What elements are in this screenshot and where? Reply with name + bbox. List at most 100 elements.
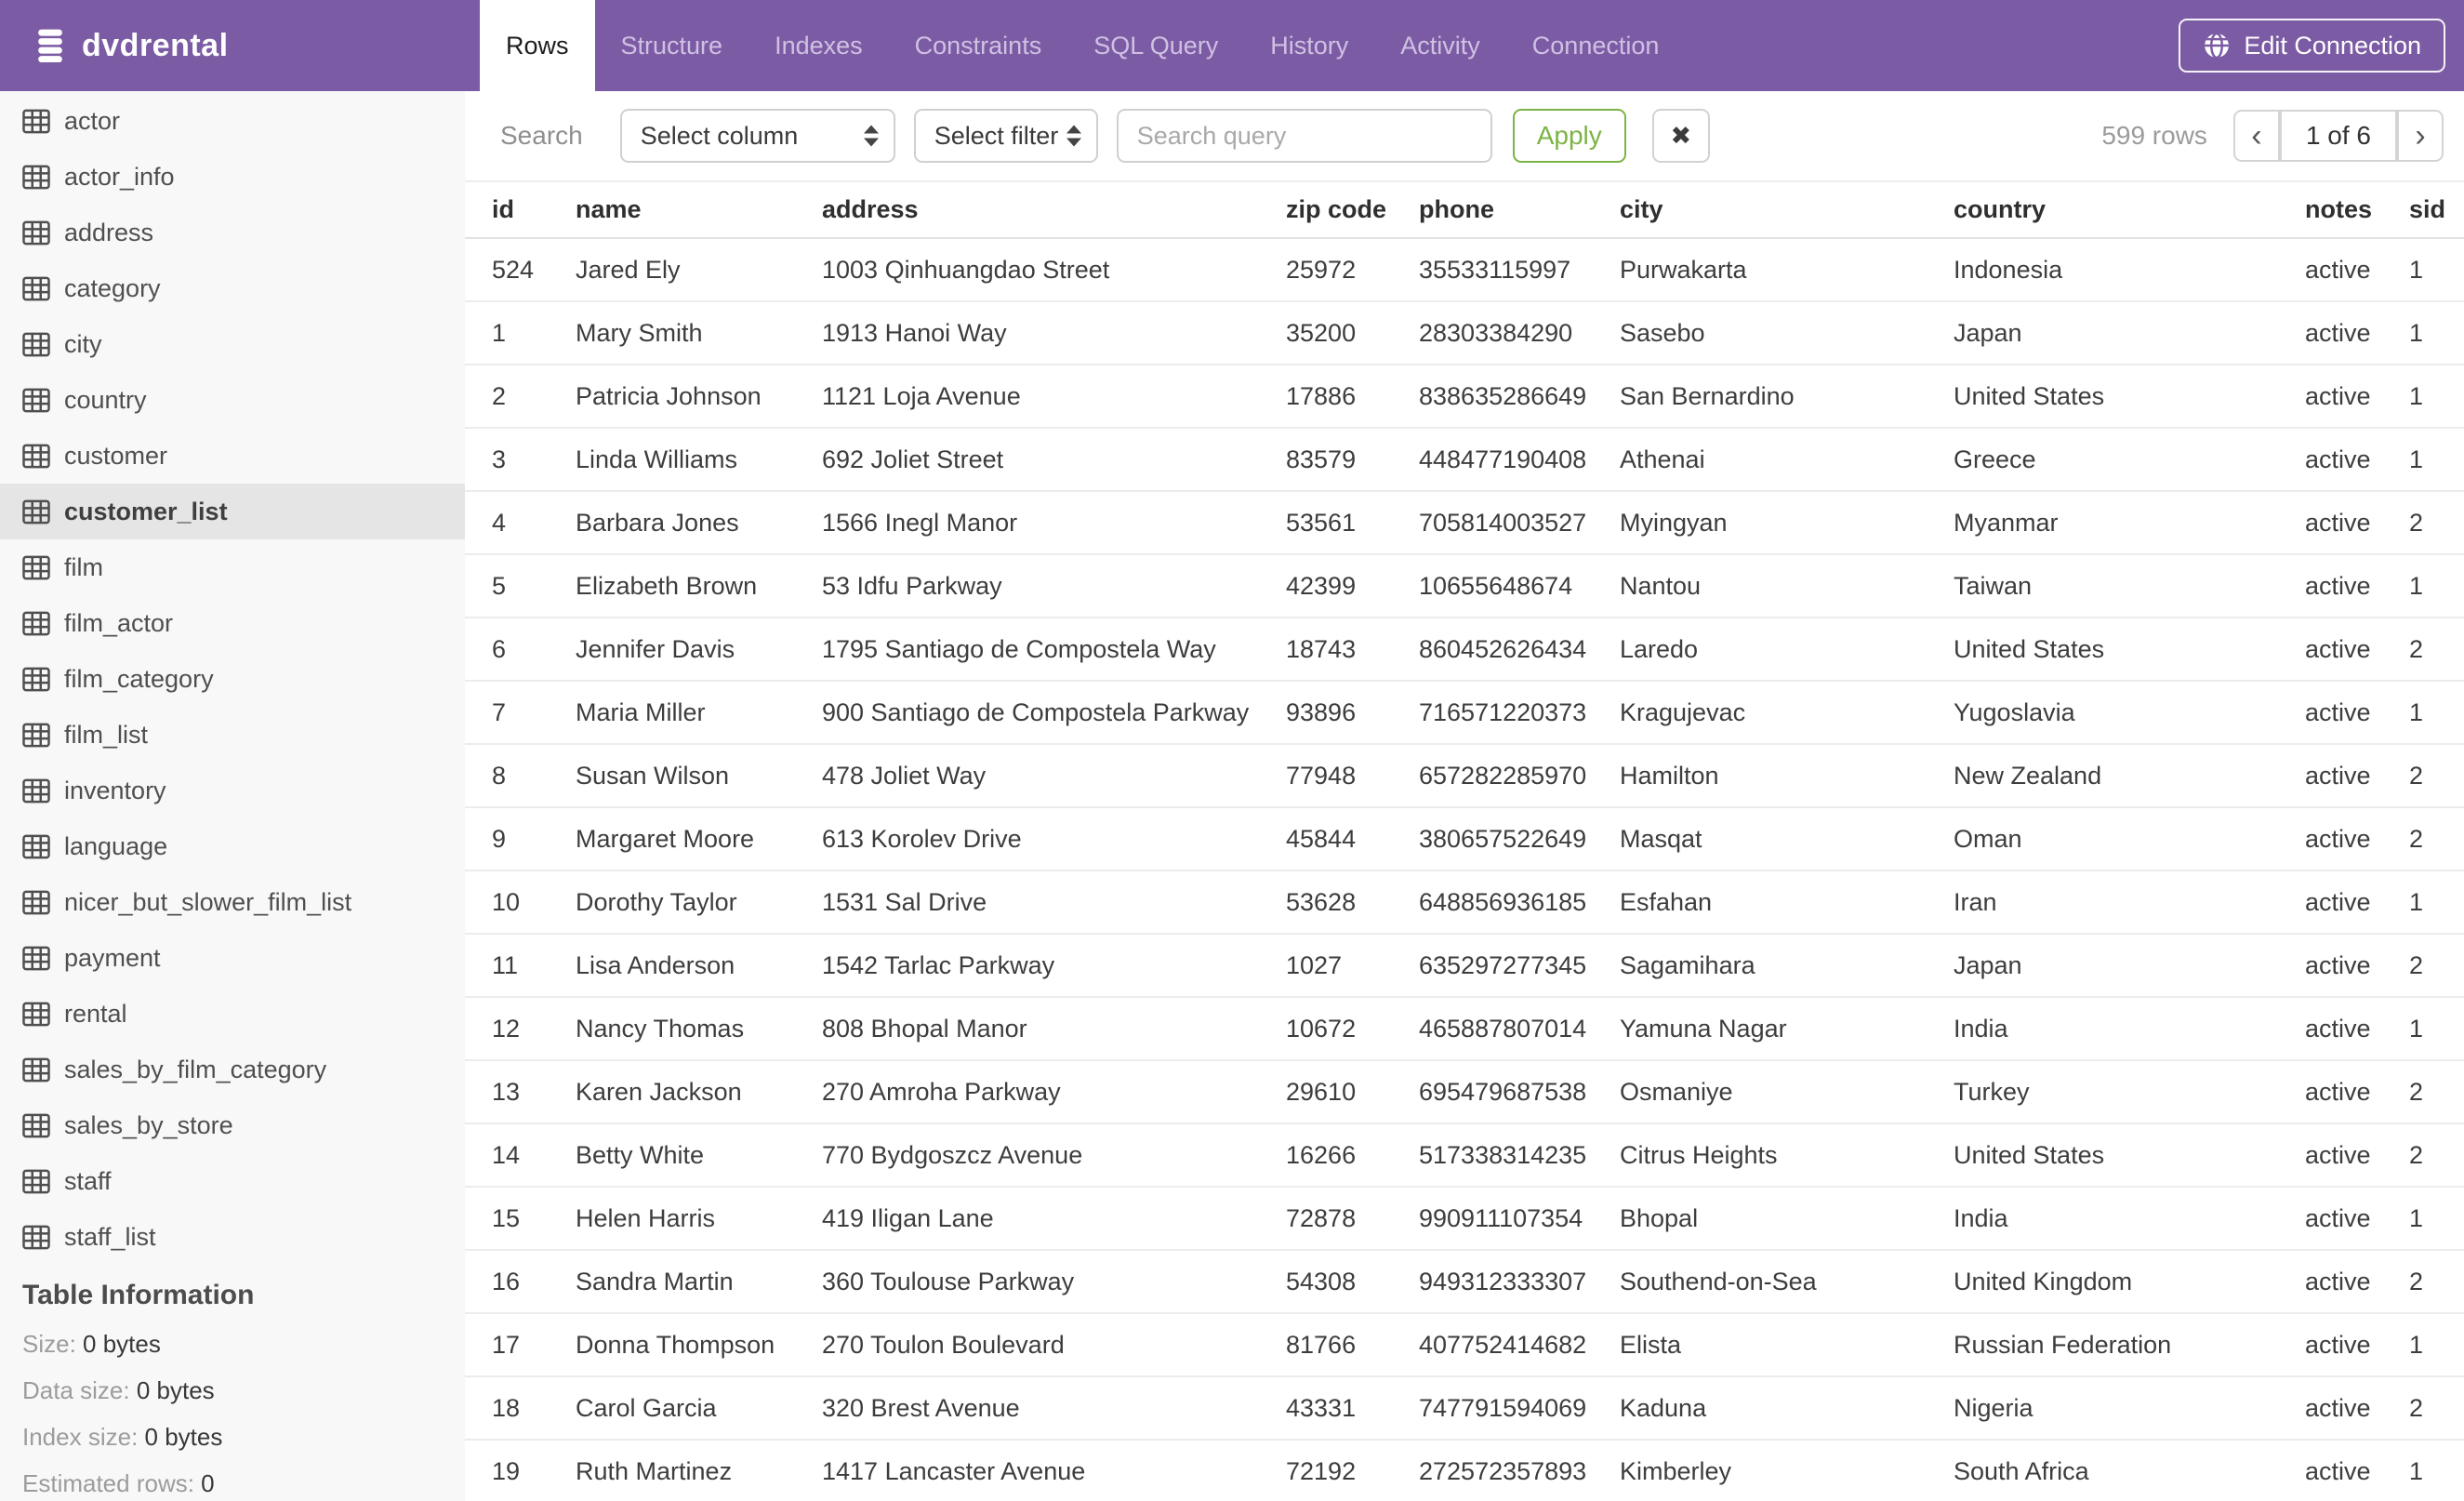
tab-structure[interactable]: Structure [595,0,749,91]
cell-id: 17 [492,1330,521,1359]
cell-address: 53 Idfu Parkway [822,571,1002,600]
cell-name: Nancy Thomas [576,1014,745,1043]
cell-country: Greece [1954,445,2036,473]
cell-address: 478 Joliet Way [822,761,987,790]
cell-id: 18 [492,1393,521,1422]
sidebar-item-city[interactable]: city [0,316,465,372]
column-header-phone: phone [1419,195,1494,223]
sidebar-item-film[interactable]: film [0,539,465,595]
cell-notes: active [2305,1456,2371,1485]
table-icon [22,444,50,469]
cell-zip-code: 16266 [1286,1140,1357,1169]
sidebar-item-staff[interactable]: staff [0,1153,465,1209]
cell-sid: 2 [2409,1393,2424,1422]
table-row[interactable]: 12 Nancy Thomas 808 Bhopal Manor 10672 46588… [465,998,2464,1061]
sidebar-item-label: country [64,385,147,414]
cell-phone: 448477190408 [1419,445,1587,473]
table-row[interactable]: 16 Sandra Martin 360 Toulouse Parkway 54308… [465,1251,2464,1314]
table-row[interactable]: 3 Linda Williams 692 Joliet Street 83579 448… [465,429,2464,492]
sidebar-item-film_list[interactable]: film_list [0,707,465,763]
cell-address: 1542 Tarlac Parkway [822,950,1055,979]
table-row[interactable]: 15 Helen Harris 419 Iligan Lane 72878 990911… [465,1188,2464,1251]
sidebar-item-staff_list[interactable]: staff_list [0,1209,465,1265]
tab-history[interactable]: History [1244,0,1374,91]
table-row[interactable]: 7 Maria Miller 900 Santiago de Compostela … [465,682,2464,745]
tab-activity[interactable]: Activity [1374,0,1506,91]
table-row[interactable]: 19 Ruth Martinez 1417 Lancaster Avenue 7219… [465,1441,2464,1501]
sidebar-item-payment[interactable]: payment [0,930,465,986]
main-panel: Search Select column Select filter Apply… [465,91,2464,1501]
table-icon [22,778,50,804]
clear-search-button[interactable]: ✖ [1651,109,1710,163]
table-row[interactable]: 5 Elizabeth Brown 53 Idfu Parkway 42399 1065… [465,555,2464,618]
sidebar-item-language[interactable]: language [0,818,465,874]
table-row[interactable]: 9 Margaret Moore 613 Korolev Drive 45844 380… [465,808,2464,871]
cell-city: Yamuna Nagar [1620,1014,1787,1043]
search-query-input[interactable] [1116,109,1492,163]
cell-zip-code: 53628 [1286,887,1357,916]
table-row[interactable]: 1 Mary Smith 1913 Hanoi Way 35200 2830338429… [465,302,2464,365]
table-row[interactable]: 11 Lisa Anderson 1542 Tarlac Parkway 1027 63… [465,935,2464,998]
table-row[interactable]: 6 Jennifer Davis 1795 Santiago de Composte… [465,618,2464,682]
cell-country: United States [1954,1140,2105,1169]
sidebar-item-customer[interactable]: customer [0,428,465,484]
cell-address: 808 Bhopal Manor [822,1014,1027,1043]
column-header-address: address [822,195,919,223]
cell-name: Mary Smith [576,318,703,347]
sidebar-item-rental[interactable]: rental [0,986,465,1042]
sidebar-item-category[interactable]: category [0,260,465,316]
sidebar-item-film_category[interactable]: film_category [0,651,465,707]
table-row[interactable]: 2 Patricia Johnson 1121 Loja Avenue 17886 83… [465,365,2464,429]
sidebar-item-country[interactable]: country [0,372,465,428]
sidebar-item-actor_info[interactable]: actor_info [0,149,465,205]
sidebar-item-customer_list[interactable]: customer_list [0,484,465,539]
cell-address: 613 Korolev Drive [822,824,1022,853]
cell-city: Hamilton [1620,761,1719,790]
table-row[interactable]: 18 Carol Garcia 320 Brest Avenue 43331 74779… [465,1377,2464,1441]
sidebar-item-sales_by_store[interactable]: sales_by_store [0,1097,465,1153]
table-row[interactable]: 10 Dorothy Taylor 1531 Sal Drive 53628 64885… [465,871,2464,935]
table-row[interactable]: 14 Betty White 770 Bydgoszcz Avenue 16266 51… [465,1124,2464,1188]
cell-address: 770 Bydgoszcz Avenue [822,1140,1083,1169]
table-row[interactable]: 17 Donna Thompson 270 Toulon Boulevard 8176… [465,1314,2464,1377]
cell-zip-code: 53561 [1286,508,1357,537]
cell-phone: 695479687538 [1419,1077,1587,1106]
sidebar-item-film_actor[interactable]: film_actor [0,595,465,651]
filter-select[interactable]: Select filter [913,109,1098,163]
tab-indexes[interactable]: Indexes [748,0,889,91]
sidebar-item-label: customer [64,441,168,470]
sidebar-item-actor[interactable]: actor [0,93,465,149]
tab-constraints[interactable]: Constraints [889,0,1068,91]
cell-address: 419 Iligan Lane [822,1203,994,1232]
next-page-button[interactable]: › [2397,110,2444,162]
cell-country: South Africa [1954,1456,2089,1485]
table-row[interactable]: 13 Karen Jackson 270 Amroha Parkway 29610 69… [465,1061,2464,1124]
table-row[interactable]: 4 Barbara Jones 1566 Inegl Manor 53561 70581… [465,492,2464,555]
sidebar-item-sales_by_film_category[interactable]: sales_by_film_category [0,1042,465,1097]
cell-country: Japan [1954,318,2022,347]
cell-notes: active [2305,697,2371,726]
grid-header-row: id name address zip code phone city country not… [465,182,2464,239]
cell-name: Margaret Moore [576,824,755,853]
info-label: Index size: [22,1423,145,1451]
data-grid: id name address zip code phone city country not… [465,182,2464,1501]
sidebar-item-nicer_but_slower_film_list[interactable]: nicer_but_slower_film_list [0,874,465,930]
tab-sql-query[interactable]: SQL Query [1067,0,1244,91]
table-row[interactable]: 524 Jared Ely 1003 Qinhuangdao Street 25972… [465,239,2464,302]
sidebar-item-inventory[interactable]: inventory [0,763,465,818]
tab-connection[interactable]: Connection [1506,0,1686,91]
sidebar-item-label: category [64,273,161,302]
info-value: 0 bytes [83,1330,161,1358]
table-info-stat: Size: 0 bytes [22,1330,443,1359]
table-icon [22,1225,50,1250]
table-row[interactable]: 8 Susan Wilson 478 Joliet Way 77948 65728228… [465,745,2464,808]
tab-rows[interactable]: Rows [480,0,595,91]
prev-page-button[interactable]: ‹ [2232,110,2280,162]
sidebar-item-label: sales_by_store [64,1110,233,1139]
column-select-value: Select column [640,121,799,150]
column-select[interactable]: Select column [619,109,895,163]
apply-button[interactable]: Apply [1512,109,1626,163]
edit-connection-button[interactable]: Edit Connection [2179,19,2445,73]
sidebar-item-address[interactable]: address [0,205,465,260]
tab-label: Connection [1531,31,1660,60]
